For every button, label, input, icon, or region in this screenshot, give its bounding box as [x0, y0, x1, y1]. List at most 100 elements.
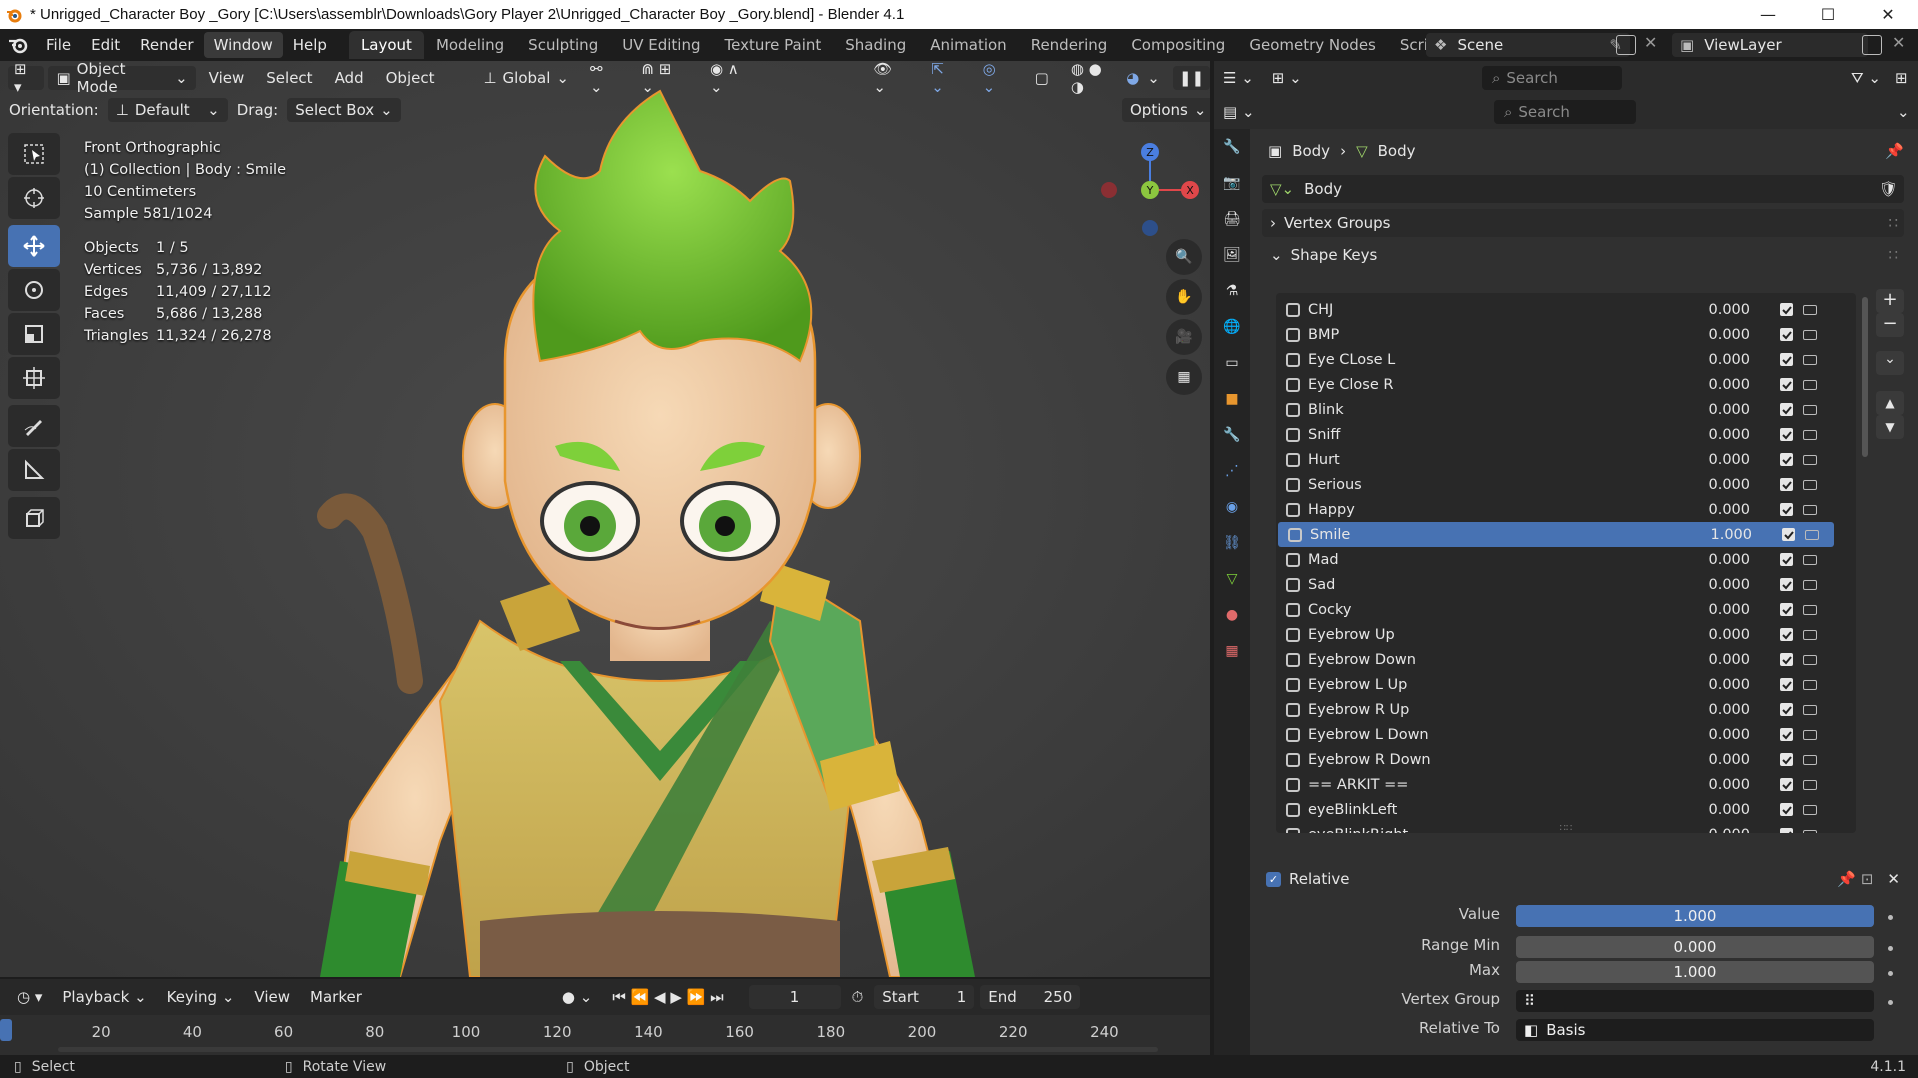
shape-key-value[interactable]: 0.000 [1694, 402, 1750, 418]
shape-key-value[interactable]: 0.000 [1694, 327, 1750, 343]
mute-checkbox[interactable] [1780, 378, 1793, 391]
snap-icon[interactable]: ⋒ ⊞ ⌄ [632, 61, 697, 96]
zoom-icon[interactable]: 🔍 [1166, 239, 1202, 275]
rotate-tool-icon[interactable] [8, 269, 60, 311]
mute-checkbox[interactable] [1782, 528, 1795, 541]
lock-icon[interactable] [1803, 504, 1817, 515]
preview-range-icon[interactable]: ⏱ [843, 985, 873, 1009]
output-tab-icon[interactable]: 🖨 [1214, 201, 1250, 237]
shape-key-value[interactable]: 0.000 [1694, 827, 1750, 834]
shape-key-name[interactable]: Blink [1308, 402, 1694, 418]
delete-scene-icon[interactable]: ✕ [1644, 33, 1657, 52]
shape-key-value[interactable]: 0.000 [1694, 452, 1750, 468]
data-tab-icon[interactable]: ▽ [1214, 561, 1250, 597]
particles-tab-icon[interactable]: ⋰ [1214, 453, 1250, 489]
mute-checkbox[interactable] [1780, 778, 1793, 791]
rendered-shading-icon[interactable]: ◕ [1126, 69, 1139, 87]
max-field[interactable]: 1.000 [1516, 961, 1874, 983]
pivot-icon[interactable]: ⚯ ⌄ [581, 61, 628, 96]
relative-to-field[interactable]: ◧ Basis [1516, 1019, 1874, 1041]
shape-key-row[interactable]: eyeBlinkRight0.000 [1276, 822, 1856, 833]
menu-render[interactable]: Render [130, 32, 203, 58]
editor-type-icon[interactable]: ⊞ ▾ [8, 61, 45, 96]
constraints-tab-icon[interactable]: ⛓ [1214, 525, 1250, 561]
lock-icon[interactable] [1803, 329, 1817, 340]
orientation-dropdown[interactable]: ⊥ Default ⌄ [107, 98, 228, 122]
range-min-field[interactable]: 0.000 [1516, 936, 1874, 958]
tab-animation[interactable]: Animation [918, 31, 1018, 59]
playback-controls[interactable]: ⏮ ⏪ ◀ ▶ ⏩ ⏭ [603, 985, 732, 1009]
vertex-group-field[interactable]: ⠿ [1516, 990, 1874, 1012]
shape-key-name[interactable]: CHJ [1308, 302, 1694, 318]
timeline-scrollbar[interactable] [58, 1047, 1158, 1052]
menu-view[interactable]: View [200, 66, 254, 90]
scale-tool-icon[interactable] [8, 313, 60, 355]
shape-key-row[interactable]: Cocky 0.000 [1276, 597, 1856, 622]
lock-icon[interactable] [1803, 479, 1817, 490]
vertex-groups-panel[interactable]: › Vertex Groups ∷ [1262, 209, 1904, 237]
menu-edit[interactable]: Edit [81, 32, 130, 58]
value-slider[interactable]: 1.000 [1516, 905, 1874, 927]
menu-object[interactable]: Object [377, 66, 444, 90]
shape-key-value[interactable]: 0.000 [1694, 777, 1750, 793]
object-tab-icon[interactable]: ■ [1214, 381, 1250, 417]
menu-file[interactable]: File [36, 32, 81, 58]
shape-key-name[interactable]: eyeBlinkRight [1308, 827, 1694, 834]
mute-checkbox[interactable] [1780, 753, 1793, 766]
mute-checkbox[interactable] [1780, 828, 1793, 833]
outliner-search[interactable]: ⌕ Search [1482, 66, 1622, 90]
lock-icon[interactable] [1803, 354, 1817, 365]
add-cube-tool-icon[interactable] [8, 497, 60, 539]
shape-key-name[interactable]: Happy [1308, 502, 1694, 518]
lock-icon[interactable] [1803, 554, 1817, 565]
new-view-layer-icon[interactable] [1862, 35, 1882, 55]
select-box-tool-icon[interactable] [8, 133, 60, 175]
lock-icon[interactable] [1803, 754, 1817, 765]
shape-key-name[interactable]: Smile [1310, 527, 1696, 543]
scene-selector[interactable]: ❖ Scene ✎ [1426, 33, 1630, 57]
shape-key-row[interactable]: Serious 0.000 [1276, 472, 1856, 497]
shape-key-row[interactable]: Mad 0.000 [1276, 547, 1856, 572]
world-tab-icon[interactable]: 🌐 [1214, 309, 1250, 345]
shape-key-row[interactable]: Sniff 0.000 [1276, 422, 1856, 447]
lock-icon[interactable] [1803, 804, 1817, 815]
shape-key-name[interactable]: Sad [1308, 577, 1694, 593]
tab-rendering[interactable]: Rendering [1019, 31, 1120, 59]
mute-checkbox[interactable] [1780, 303, 1793, 316]
lock-icon[interactable] [1803, 429, 1817, 440]
mute-checkbox[interactable] [1780, 328, 1793, 341]
shape-key-value[interactable]: 0.000 [1694, 577, 1750, 593]
mute-checkbox[interactable] [1780, 653, 1793, 666]
shape-key-value[interactable]: 0.000 [1694, 552, 1750, 568]
menu-add[interactable]: Add [326, 66, 373, 90]
shape-key-value[interactable]: 0.000 [1694, 602, 1750, 618]
shape-key-value[interactable]: 0.000 [1694, 652, 1750, 668]
shape-key-row[interactable]: Eye Close R 0.000 [1276, 372, 1856, 397]
shape-key-value[interactable]: 0.000 [1694, 352, 1750, 368]
filter-icon[interactable]: ⛛ ⌄ [1842, 66, 1890, 90]
shape-key-name[interactable]: Cocky [1308, 602, 1694, 618]
shape-key-row[interactable]: Eyebrow R Down 0.000 [1276, 747, 1856, 772]
pause-render-icon[interactable]: ❚❚ [1172, 66, 1210, 90]
render-tab-icon[interactable]: 📷 [1214, 165, 1250, 201]
shape-key-value[interactable]: 0.000 [1694, 727, 1750, 743]
drag-handle-icon[interactable]: ∷ [1888, 246, 1898, 264]
new-collection-icon[interactable]: ⊞ [1886, 66, 1917, 90]
shape-key-row[interactable]: Sad 0.000 [1276, 572, 1856, 597]
view-layer-tab-icon[interactable]: 🖼 [1214, 237, 1250, 273]
shape-key-value[interactable]: 0.000 [1694, 302, 1750, 318]
shape-keys-panel[interactable]: ⌄ Shape Keys ∷ [1262, 241, 1904, 269]
shape-key-name[interactable]: Eyebrow L Up [1308, 677, 1694, 693]
properties-editor-icon[interactable]: ▤ ⌄ [1214, 100, 1264, 124]
shape-key-row[interactable]: Smile 1.000 [1278, 522, 1834, 547]
shape-key-name[interactable]: Mad [1308, 552, 1694, 568]
lock-icon[interactable] [1803, 729, 1817, 740]
keyframe-dot[interactable] [1888, 946, 1893, 951]
shape-key-name[interactable]: Eyebrow Down [1308, 652, 1694, 668]
menu-keying[interactable]: Keying ⌄ [158, 985, 244, 1009]
mute-checkbox[interactable] [1780, 403, 1793, 416]
shape-key-value[interactable]: 0.000 [1694, 677, 1750, 693]
shape-key-name[interactable]: Eye Close R [1308, 377, 1694, 393]
shape-key-name[interactable]: Eyebrow Up [1308, 627, 1694, 643]
gizmo-toggle-icon[interactable]: ⇱ ⌄ [922, 61, 969, 96]
